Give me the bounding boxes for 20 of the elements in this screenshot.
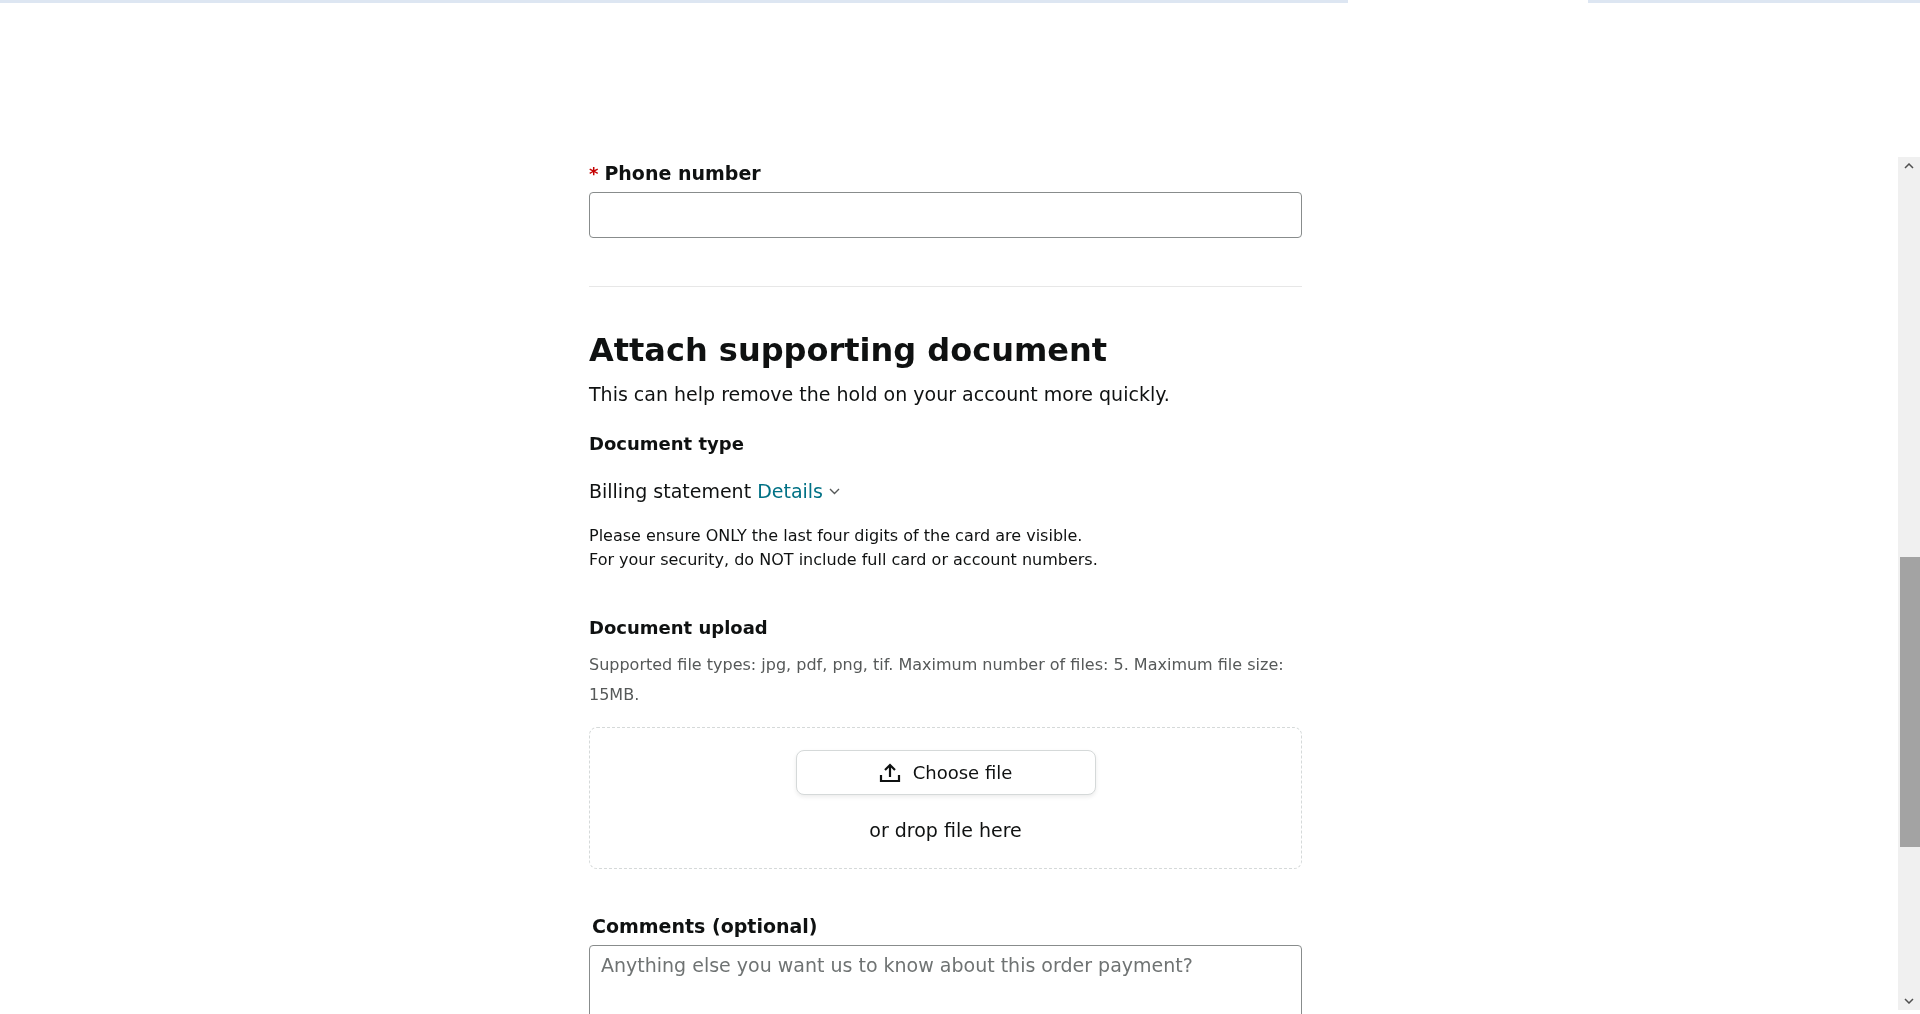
document-upload-label: Document upload — [589, 617, 769, 638]
details-link[interactable]: Details — [757, 480, 840, 502]
caret-icon — [829, 487, 840, 495]
scrollbar[interactable] — [1898, 157, 1920, 1010]
phone-label: Phone number — [604, 162, 761, 184]
drop-file-text: or drop file here — [869, 819, 1022, 841]
comments-field[interactable]: Anything else you want us to know about this order payment? — [589, 945, 1302, 1014]
required-asterisk: * — [589, 163, 599, 184]
section-subtitle: This can help remove the hold on your account more quickly. — [589, 383, 1171, 405]
instruction-text: For your security, do NOT include full card or account numbers. — [589, 549, 1099, 571]
instruction-text: Please ensure ONLY the last four digits of the card are visible. — [589, 525, 1084, 547]
comments-label: Comments (optional) — [592, 915, 819, 937]
file-drop-zone[interactable]: Choose file or drop file here — [589, 727, 1302, 869]
file-requirements-text: Supported file types: jpg, pdf, png, tif. Maximum number of files: 5. Maximum file size: 15MB. — [589, 654, 1285, 706]
document-type-label: Document type — [589, 433, 745, 454]
document-type-value: Billing statement — [589, 480, 752, 502]
upload-icon — [878, 762, 901, 783]
phone-input-field[interactable] — [589, 192, 1302, 238]
choose-file-button[interactable]: Choose file — [795, 750, 1096, 795]
section-heading: Attach supporting document — [589, 331, 1109, 369]
